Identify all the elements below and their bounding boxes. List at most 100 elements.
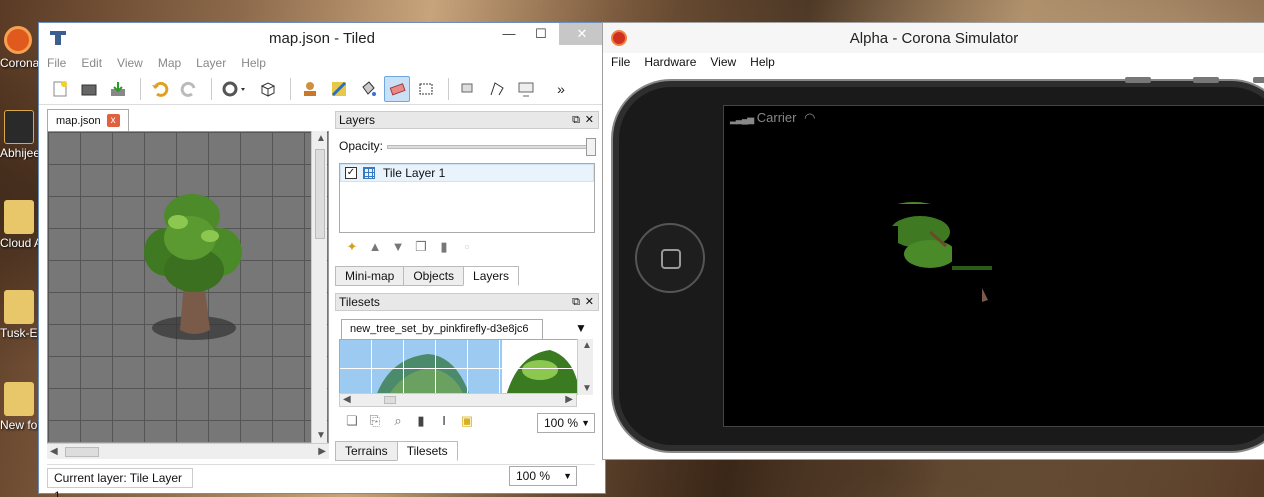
minimize-button[interactable]: — bbox=[493, 23, 525, 45]
tiled-titlebar[interactable]: map.json - Tiled — ☐ ✕ bbox=[39, 23, 605, 53]
corona-menu-hardware[interactable]: Hardware bbox=[644, 55, 696, 69]
redo-icon[interactable] bbox=[176, 76, 202, 102]
scroll-thumb[interactable] bbox=[315, 149, 325, 239]
opacity-slider[interactable] bbox=[387, 138, 596, 156]
corona-menu-help[interactable]: Help bbox=[750, 55, 775, 69]
polygon-edit-icon[interactable] bbox=[484, 76, 510, 102]
new-tileset-icon[interactable]: ❏ bbox=[343, 413, 361, 431]
move-layer-up-icon[interactable]: ▲ bbox=[366, 239, 384, 257]
menu-help[interactable]: Help bbox=[241, 56, 266, 70]
device-side-button[interactable] bbox=[1125, 77, 1151, 83]
menu-file[interactable]: File bbox=[47, 56, 66, 70]
undo-icon[interactable] bbox=[147, 76, 173, 102]
menu-bar: File Edit View Map Layer Help bbox=[39, 53, 605, 73]
simulated-device: ▂▃▄▅ Carrier ◠ bbox=[611, 77, 1264, 453]
close-panel-icon[interactable]: ✕ bbox=[585, 112, 594, 128]
document-tab[interactable]: map.json x bbox=[47, 109, 129, 131]
folder-icon bbox=[4, 200, 34, 234]
import-tileset-icon[interactable]: ⎘ bbox=[366, 413, 384, 431]
menu-view[interactable]: View bbox=[117, 56, 143, 70]
edit-terrain-icon[interactable]: ▣ bbox=[458, 413, 476, 431]
close-button[interactable]: ✕ bbox=[559, 23, 605, 45]
remove-tileset-icon[interactable]: ▮ bbox=[412, 413, 430, 431]
corona-menu-file[interactable]: File bbox=[611, 55, 630, 69]
home-button[interactable] bbox=[635, 223, 705, 293]
delete-layer-icon[interactable]: ▮ bbox=[435, 239, 453, 257]
tileset-horizontal-scrollbar[interactable]: ◀ ▶ bbox=[339, 393, 577, 407]
menu-map[interactable]: Map bbox=[158, 56, 181, 70]
float-panel-icon[interactable]: ⧉ bbox=[572, 294, 580, 310]
layers-panel-title: Layers bbox=[339, 113, 376, 127]
folder-icon bbox=[4, 290, 34, 324]
bucket-fill-icon[interactable] bbox=[355, 76, 381, 102]
terrain-icon[interactable] bbox=[326, 76, 352, 102]
tab-objects[interactable]: Objects bbox=[403, 266, 465, 286]
corona-titlebar[interactable]: Alpha - Corona Simulator bbox=[603, 23, 1264, 53]
rect-select-icon[interactable] bbox=[413, 76, 439, 102]
tab-terrains[interactable]: Terrains bbox=[335, 441, 398, 461]
new-icon[interactable] bbox=[47, 76, 73, 102]
slider-handle[interactable] bbox=[586, 138, 596, 156]
toolbar-overflow-button[interactable]: » bbox=[548, 76, 574, 102]
tileset-view[interactable] bbox=[339, 339, 593, 395]
desktop-icon-label: Tusk-Engine bbox=[0, 326, 40, 340]
eraser-icon[interactable] bbox=[384, 75, 410, 102]
chevron-down-icon: ▼ bbox=[581, 418, 590, 428]
layer-visibility-checkbox[interactable]: ✓ bbox=[345, 167, 357, 179]
tile-gridline bbox=[372, 340, 404, 394]
desktop-icon-abhijeet[interactable]: Abhijeet bbox=[0, 110, 40, 160]
tileset-menu-chevron-icon[interactable]: ▼ bbox=[575, 321, 587, 335]
tile-gridline bbox=[468, 340, 500, 394]
tab-mini-map[interactable]: Mini-map bbox=[335, 266, 405, 286]
corona-window: Alpha - Corona Simulator File Hardware V… bbox=[602, 22, 1264, 460]
tileset-zoom-select[interactable]: 100 % ▼ bbox=[537, 413, 595, 433]
scroll-thumb[interactable] bbox=[65, 447, 99, 457]
desktop-icon-cloud-add[interactable]: Cloud Add Bundle bbox=[0, 200, 40, 250]
add-layer-icon[interactable]: ✦ bbox=[343, 239, 361, 257]
export-tileset-icon[interactable]: ⌕ bbox=[389, 413, 407, 431]
tile-gridline bbox=[436, 340, 468, 394]
random-icon[interactable] bbox=[255, 76, 281, 102]
layer-row[interactable]: ✓ Tile Layer 1 bbox=[340, 164, 594, 182]
device-screen[interactable]: ▂▃▄▅ Carrier ◠ bbox=[723, 105, 1264, 427]
tile-layer-icon bbox=[363, 167, 375, 179]
folder-dark-icon bbox=[4, 110, 34, 144]
map-vertical-scrollbar[interactable]: ▲ ▼ bbox=[311, 131, 327, 443]
zoom-value: 100 % bbox=[516, 469, 551, 483]
desktop-icon-new-folder[interactable]: New folder bbox=[0, 382, 40, 432]
open-icon[interactable] bbox=[76, 76, 102, 102]
corona-icon bbox=[4, 26, 32, 54]
save-icon[interactable] bbox=[105, 76, 131, 102]
layer-properties-icon[interactable]: ▫ bbox=[458, 239, 476, 257]
maximize-button[interactable]: ☐ bbox=[525, 23, 557, 45]
corona-menu-view[interactable]: View bbox=[710, 55, 736, 69]
menu-edit[interactable]: Edit bbox=[81, 56, 102, 70]
move-layer-down-icon[interactable]: ▼ bbox=[389, 239, 407, 257]
device-side-button[interactable] bbox=[1193, 77, 1219, 83]
map-canvas[interactable] bbox=[47, 131, 329, 443]
tiled-window: map.json - Tiled — ☐ ✕ File Edit View Ma… bbox=[38, 22, 606, 497]
commands-icon[interactable] bbox=[218, 76, 252, 102]
layers-panel-tabs: Mini-map Objects Layers bbox=[335, 266, 520, 286]
tab-layers[interactable]: Layers bbox=[463, 266, 520, 286]
tileset-properties-icon[interactable]: I bbox=[435, 413, 453, 431]
tileset-tab[interactable]: new_tree_set_by_pinkfirefly-d3e8jc6 bbox=[341, 319, 543, 339]
tab-tilesets[interactable]: Tilesets bbox=[396, 441, 458, 461]
close-panel-icon[interactable]: ✕ bbox=[585, 294, 594, 310]
object-select-icon[interactable] bbox=[455, 76, 481, 102]
duplicate-layer-icon[interactable]: ❐ bbox=[412, 239, 430, 257]
desktop-icon-corona[interactable]: Corona Simulator bbox=[0, 26, 40, 70]
stamp-icon[interactable] bbox=[297, 76, 323, 102]
menu-layer[interactable]: Layer bbox=[196, 56, 226, 70]
toolbar-separator bbox=[211, 77, 212, 100]
screen-icon[interactable] bbox=[513, 76, 539, 102]
scroll-thumb[interactable] bbox=[384, 396, 396, 404]
desktop-icon-tusk-engine[interactable]: Tusk-Engine bbox=[0, 290, 40, 340]
corona-menu-bar: File Hardware View Help bbox=[603, 53, 1264, 71]
map-horizontal-scrollbar[interactable]: ◀ ▶ bbox=[47, 443, 329, 459]
tileset-vertical-scrollbar[interactable]: ▲ ▼ bbox=[577, 339, 593, 395]
device-side-button[interactable] bbox=[1253, 77, 1264, 83]
close-tab-icon[interactable]: x bbox=[106, 114, 120, 127]
float-panel-icon[interactable]: ⧉ bbox=[572, 112, 580, 128]
map-zoom-select[interactable]: 100 % ▼ bbox=[509, 466, 577, 486]
